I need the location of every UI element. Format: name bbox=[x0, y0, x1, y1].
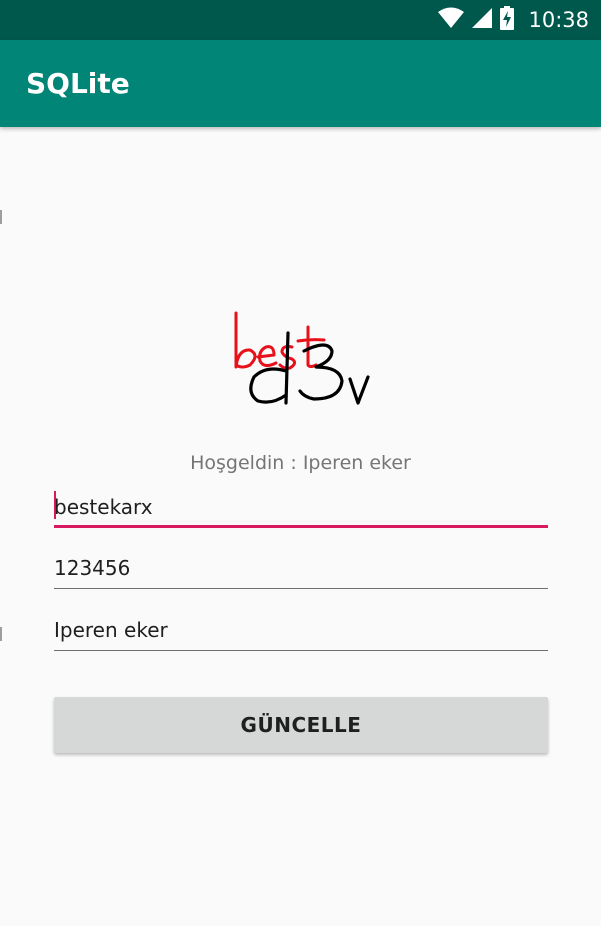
app-bar: SQLite bbox=[0, 40, 601, 127]
edge-mark bbox=[0, 210, 2, 224]
username-field[interactable]: bestekarx bbox=[54, 488, 548, 528]
username-value: bestekarx bbox=[54, 495, 153, 519]
name-value: Iperen eker bbox=[54, 618, 168, 642]
welcome-text: Hoşgeldin : Iperen eker bbox=[190, 452, 411, 474]
status-icons: 10:38 bbox=[438, 0, 589, 40]
password-field[interactable]: 123456 bbox=[54, 549, 548, 589]
wifi-icon bbox=[438, 7, 465, 34]
name-underline bbox=[54, 650, 548, 651]
username-underline bbox=[54, 525, 548, 528]
battery-charging-icon bbox=[500, 5, 515, 35]
password-underline bbox=[54, 588, 548, 589]
edge-mark bbox=[0, 627, 2, 641]
status-time: 10:38 bbox=[528, 8, 589, 32]
app-title: SQLite bbox=[26, 67, 130, 100]
password-value: 123456 bbox=[54, 556, 131, 580]
cellular-signal-icon bbox=[472, 7, 493, 34]
name-field[interactable]: Iperen eker bbox=[54, 611, 548, 651]
status-bar: 10:38 bbox=[0, 0, 601, 40]
update-button[interactable]: GÜNCELLE bbox=[54, 697, 548, 753]
logo-image bbox=[228, 305, 378, 415]
